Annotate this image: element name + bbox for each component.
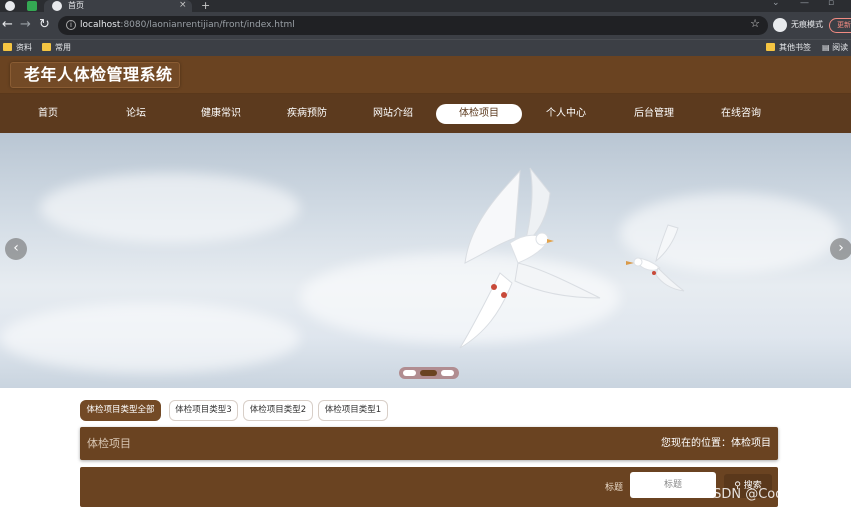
nav-disease-prevention[interactable]: 疾病预防	[264, 104, 350, 124]
folder-icon	[3, 43, 12, 51]
site-logo[interactable]: 老年人体检管理系统	[10, 62, 180, 88]
category-tab-all[interactable]: 体检项目类型全部	[80, 400, 161, 421]
nav-health-knowledge[interactable]: 健康常识	[178, 104, 264, 124]
reading-list-icon: ▤	[822, 43, 833, 52]
chrome-icon[interactable]	[5, 1, 15, 11]
url-bar[interactable]: i localhost:8080/laonianrentijian/front/…	[58, 16, 768, 35]
tab-search-icon[interactable]: ⌄	[772, 0, 780, 8]
nav-checkup-items[interactable]: 体检项目	[436, 104, 522, 124]
category-tab-type3[interactable]: 体检项目类型3	[169, 400, 238, 421]
bookmark-star-icon[interactable]: ☆	[750, 17, 760, 30]
tab-close-icon[interactable]: ×	[179, 0, 187, 11]
watermark: CSDN @Coder-coco	[704, 487, 831, 502]
category-tab-type1[interactable]: 体检项目类型1	[318, 400, 388, 421]
incognito-icon	[773, 18, 787, 32]
search-label: 标题	[605, 483, 624, 493]
section-header: 体检项目 您现在的位置：体检项目	[80, 427, 778, 460]
carousel-dot-1[interactable]	[403, 370, 416, 376]
incognito-label: 无痕模式	[791, 20, 823, 29]
reload-icon[interactable]: ↻	[39, 17, 50, 33]
minimize-icon[interactable]: —	[800, 0, 809, 8]
nav-online-consult[interactable]: 在线咨询	[698, 104, 784, 124]
url-text[interactable]: localhost:8080/laonianrentijian/front/in…	[80, 18, 295, 32]
active-browser-tab[interactable]	[44, 0, 192, 12]
site-title: 老年人体检管理系统	[24, 65, 173, 84]
bookmark-folder-ziliao[interactable]: 资料	[3, 42, 32, 53]
dove-small-icon	[626, 224, 685, 292]
nav-forum[interactable]: 论坛	[93, 104, 179, 124]
banner-cloud	[40, 173, 300, 243]
carousel-dot-3[interactable]	[441, 370, 454, 376]
folder-icon	[766, 43, 775, 51]
nav-admin[interactable]: 后台管理	[611, 104, 697, 124]
forward-icon[interactable]: →	[20, 17, 31, 33]
maximize-icon[interactable]: ▫	[828, 0, 834, 8]
page-favicon-icon	[52, 1, 62, 11]
update-button[interactable]: 更新	[829, 18, 851, 33]
section-title: 体检项目	[87, 437, 131, 450]
site-header: 老年人体检管理系统	[0, 56, 851, 94]
banner-cloud	[0, 303, 300, 373]
carousel-indicators	[399, 367, 459, 379]
carousel-prev-button[interactable]: ‹	[5, 238, 27, 260]
browser-tab-strip: 首页 × + ⌄ — ▫	[0, 0, 851, 12]
carousel-dot-2-active[interactable]	[420, 370, 437, 376]
carousel-next-button[interactable]: ›	[830, 238, 851, 260]
other-bookmarks[interactable]: 其他书签	[766, 42, 811, 53]
address-toolbar: ← → ↻ i localhost:8080/laonianrentijian/…	[0, 12, 851, 39]
main-nav: 首页 论坛 健康常识 疾病预防 网站介绍 体检项目 个人中心 后台管理 在线咨询	[0, 94, 851, 133]
app-tab-icon[interactable]	[27, 1, 37, 11]
site-info-icon[interactable]: i	[66, 20, 76, 30]
new-tab-icon[interactable]: +	[201, 0, 210, 12]
reading-list[interactable]: ▤ 阅读	[822, 42, 848, 53]
nav-site-intro[interactable]: 网站介绍	[350, 104, 436, 124]
bookmark-folder-changyong[interactable]: 常用	[42, 42, 71, 53]
nav-home[interactable]: 首页	[5, 104, 91, 124]
banner-carousel[interactable]: ‹ ›	[0, 133, 851, 388]
folder-icon	[42, 43, 51, 51]
bookmarks-bar: 资料 常用 其他书签 ▤ 阅读	[0, 39, 851, 56]
category-tab-type2[interactable]: 体检项目类型2	[243, 400, 313, 421]
tab-title: 首页	[68, 1, 84, 10]
breadcrumb: 您现在的位置：体检项目	[661, 438, 771, 449]
dove-large-icon	[459, 167, 601, 349]
nav-personal-center[interactable]: 个人中心	[523, 104, 609, 124]
search-panel: 标题 ⚲ 搜索	[80, 467, 778, 507]
back-icon[interactable]: ←	[2, 17, 13, 33]
